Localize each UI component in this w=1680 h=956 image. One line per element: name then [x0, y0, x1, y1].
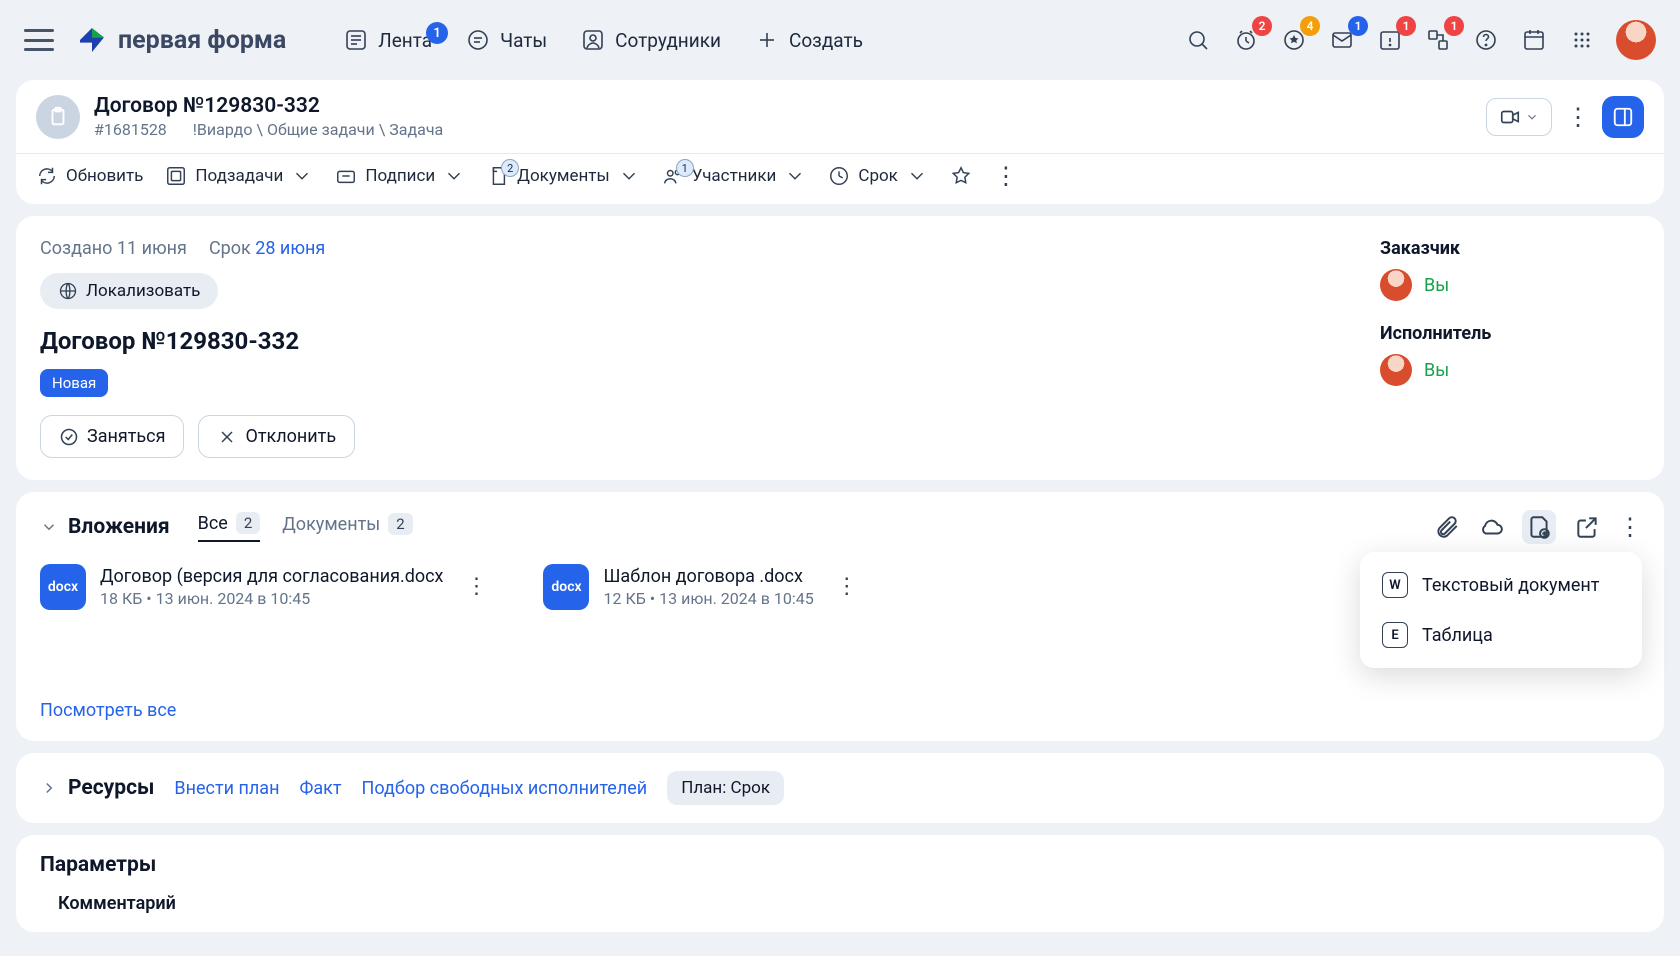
params-card: Параметры Комментарий: [16, 835, 1664, 932]
topbar: первая форма Лента 1 Чаты Сотрудники Соз…: [16, 0, 1664, 80]
task-header: Договор №129830-332 #1681528 !Виардо \ О…: [16, 80, 1664, 153]
panel-toggle-button[interactable]: [1602, 96, 1644, 138]
reject-button[interactable]: Отклонить: [198, 415, 355, 458]
attachments-card: Вложения Все2 Документы2 ⋮ docx Договор …: [16, 492, 1664, 741]
apps-icon[interactable]: [1568, 26, 1596, 54]
localize-button[interactable]: Локализовать: [40, 273, 218, 309]
nav-create[interactable]: Создать: [749, 28, 869, 52]
executor-row[interactable]: Вы: [1380, 354, 1640, 386]
file-name: Шаблон договора .docx: [603, 566, 813, 587]
attachments-toggle[interactable]: Вложения: [40, 515, 170, 539]
attach-icon[interactable]: [1434, 514, 1460, 540]
popover-sheet[interactable]: EТаблица: [1368, 610, 1634, 660]
due-date[interactable]: 28 июня: [255, 238, 325, 259]
created-label: Создано 11 июня: [40, 238, 187, 259]
customer-row[interactable]: Вы: [1380, 269, 1640, 301]
mail-badge: 1: [1348, 16, 1368, 36]
cloud-icon[interactable]: [1478, 514, 1504, 540]
toolbar-more-icon[interactable]: ⋮: [994, 164, 1016, 188]
nav-feed[interactable]: Лента 1: [338, 28, 438, 52]
executor-label: Исполнитель: [1380, 323, 1640, 344]
file-ext: docx: [543, 564, 589, 610]
clock-badge: 2: [1252, 16, 1272, 36]
due-button[interactable]: Срок: [828, 165, 928, 187]
params-title: Параметры: [40, 853, 1640, 877]
nav-chats-label: Чаты: [500, 29, 547, 52]
task-breadcrumb[interactable]: !Виардо \ Общие задачи \ Задача: [193, 120, 443, 139]
avatar: [1380, 354, 1412, 386]
star-badge: 4: [1300, 16, 1320, 36]
see-all-link[interactable]: Посмотреть все: [40, 700, 176, 721]
due-label: Срок: [209, 238, 251, 259]
flow-badge: 1: [1444, 16, 1464, 36]
main-card: Создано 11 июня Срок 28 июня Локализоват…: [16, 216, 1664, 480]
members-button[interactable]: 1Участники: [662, 165, 807, 187]
attachments-more-icon[interactable]: ⋮: [1618, 515, 1640, 539]
nav-chats[interactable]: Чаты: [460, 28, 553, 52]
params-comment-label: Комментарий: [40, 893, 1640, 914]
nav-staff-label: Сотрудники: [615, 29, 721, 52]
video-button[interactable]: [1486, 98, 1552, 136]
cal-badge: 1: [1396, 16, 1416, 36]
file-meta: 18 КБ • 13 июн. 2024 в 10:45: [100, 589, 443, 608]
plan-chip: План: Срок: [667, 771, 784, 805]
task-big-title: Договор №129830-332: [40, 327, 1340, 355]
customer-label: Заказчик: [1380, 238, 1640, 259]
tab-documents[interactable]: Документы2: [282, 512, 412, 542]
refresh-button[interactable]: Обновить: [36, 165, 143, 187]
subtasks-button[interactable]: Подзадачи: [165, 165, 313, 187]
nav-feed-label: Лента: [378, 29, 432, 52]
pick-link[interactable]: Подбор свободных исполнителей: [362, 778, 648, 799]
file-meta: 12 КБ • 13 июн. 2024 в 10:45: [603, 589, 813, 608]
nav-create-label: Создать: [789, 29, 863, 52]
plan-link[interactable]: Внести план: [174, 778, 279, 799]
new-document-icon[interactable]: [1522, 510, 1556, 544]
nav-feed-badge: 1: [426, 22, 448, 44]
clock-icon[interactable]: 2: [1232, 26, 1260, 54]
file-more-icon[interactable]: ⋮: [828, 576, 864, 598]
avatar: [1380, 269, 1412, 301]
clipboard-icon: [36, 95, 80, 139]
documents-button[interactable]: 2Документы: [487, 165, 640, 187]
resources-card: Ресурсы Внести план Факт Подбор свободны…: [16, 753, 1664, 823]
create-document-popover: WТекстовый документ EТаблица: [1360, 552, 1642, 668]
external-link-icon[interactable]: [1574, 514, 1600, 540]
resources-toggle[interactable]: Ресурсы: [40, 776, 154, 800]
topbar-right: 2 4 1 1 1: [1184, 20, 1656, 60]
popover-text-document[interactable]: WТекстовый документ: [1368, 560, 1634, 610]
task-id: #1681528: [94, 120, 167, 139]
user-avatar[interactable]: [1616, 20, 1656, 60]
fact-link[interactable]: Факт: [299, 778, 341, 799]
members-badge: 1: [676, 159, 694, 177]
status-badge: Новая: [40, 369, 108, 397]
file-item[interactable]: docx Шаблон договора .docx 12 КБ • 13 июн…: [543, 564, 863, 610]
take-button[interactable]: Заняться: [40, 415, 184, 458]
star-button[interactable]: [950, 165, 972, 187]
file-name: Договор (версия для согласования.docx: [100, 566, 443, 587]
file-more-icon[interactable]: ⋮: [457, 576, 493, 598]
menu-icon[interactable]: [24, 29, 54, 51]
task-title: Договор №129830-332: [94, 94, 443, 118]
star-ring-icon[interactable]: 4: [1280, 26, 1308, 54]
calendar-alert-icon[interactable]: 1: [1376, 26, 1404, 54]
logo[interactable]: первая форма: [76, 24, 286, 56]
workflow-icon[interactable]: 1: [1424, 26, 1452, 54]
tab-all[interactable]: Все2: [198, 512, 261, 542]
logo-text: первая форма: [118, 26, 286, 55]
task-toolbar: Обновить Подзадачи Подписи 2Документы 1У…: [16, 153, 1664, 204]
help-icon[interactable]: [1472, 26, 1500, 54]
task-more-icon[interactable]: ⋮: [1566, 105, 1588, 129]
task-card: Договор №129830-332 #1681528 !Виардо \ О…: [16, 80, 1664, 204]
sign-button[interactable]: Подписи: [335, 165, 465, 187]
file-item[interactable]: docx Договор (версия для согласования.do…: [40, 564, 493, 610]
search-icon[interactable]: [1184, 26, 1212, 54]
mail-icon[interactable]: 1: [1328, 26, 1356, 54]
file-ext: docx: [40, 564, 86, 610]
calendar-icon[interactable]: [1520, 26, 1548, 54]
nav-staff[interactable]: Сотрудники: [575, 28, 727, 52]
